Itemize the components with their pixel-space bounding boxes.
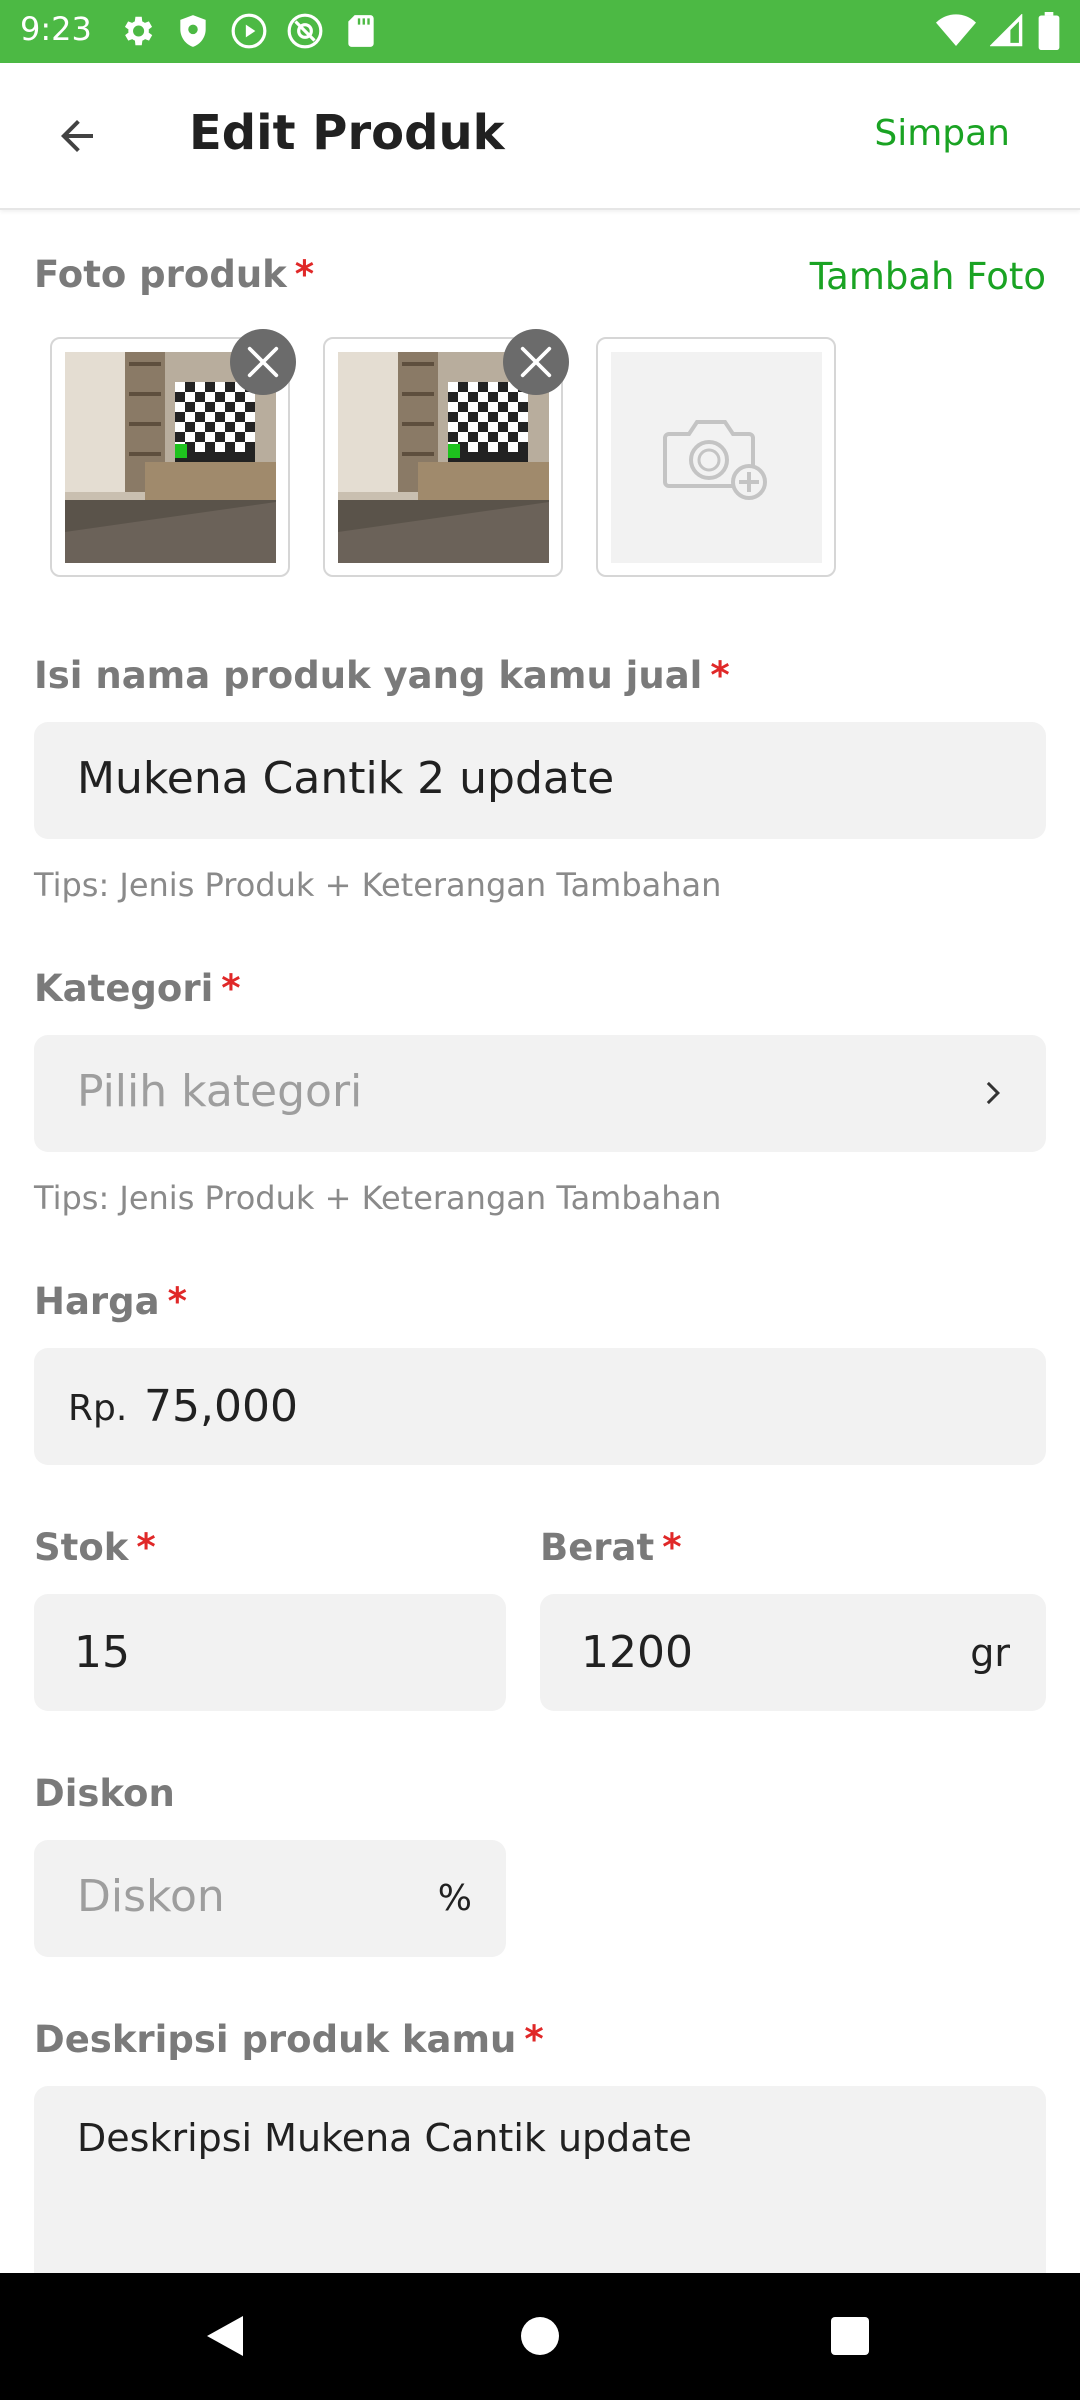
category-tips: Tips: Jenis Produk + Keterangan Tambahan bbox=[34, 1179, 722, 1217]
sd-card-icon bbox=[342, 12, 380, 50]
product-name-value: Mukena Cantik 2 update bbox=[77, 753, 615, 804]
weight-label: Berat * bbox=[540, 1526, 682, 1569]
nav-recents-button[interactable] bbox=[817, 2303, 883, 2369]
required-mark: * bbox=[294, 253, 315, 296]
weight-unit: gr bbox=[970, 1631, 1010, 1675]
discount-input[interactable]: Diskon % bbox=[34, 1840, 506, 1957]
price-value: 75,000 bbox=[144, 1381, 298, 1432]
discount-unit: % bbox=[437, 1878, 472, 1919]
close-icon bbox=[247, 346, 279, 378]
price-label: Harga * bbox=[34, 1280, 187, 1323]
triangle-back-icon bbox=[207, 2316, 243, 2356]
required-mark: * bbox=[662, 1526, 682, 1569]
product-name-label-text: Isi nama produk yang kamu jual bbox=[34, 654, 703, 697]
add-photo-link[interactable]: Tambah Foto bbox=[810, 255, 1046, 298]
weight-value: 1200 bbox=[581, 1627, 693, 1678]
settings-icon bbox=[118, 12, 156, 50]
required-mark: * bbox=[710, 654, 730, 697]
price-input[interactable]: Rp. 75,000 bbox=[34, 1348, 1046, 1465]
category-placeholder: Pilih kategori bbox=[77, 1066, 363, 1117]
weight-label-text: Berat bbox=[540, 1526, 655, 1569]
discount-placeholder: Diskon bbox=[77, 1871, 225, 1922]
product-name-label: Isi nama produk yang kamu jual * bbox=[34, 654, 730, 697]
category-label-text: Kategori bbox=[34, 967, 214, 1010]
stock-label-text: Stok bbox=[34, 1526, 129, 1569]
save-button[interactable]: Simpan bbox=[874, 113, 1010, 154]
status-system-icons bbox=[936, 12, 1060, 54]
circle-home-icon bbox=[521, 2317, 559, 2355]
arrow-left-icon bbox=[61, 120, 93, 152]
description-label: Deskripsi produk kamu * bbox=[34, 2018, 544, 2061]
nav-back-button[interactable] bbox=[192, 2303, 258, 2369]
weight-input[interactable]: 1200 gr bbox=[540, 1594, 1046, 1711]
shield-icon bbox=[174, 12, 212, 50]
at-sign-icon bbox=[286, 12, 324, 50]
status-notification-icons bbox=[118, 12, 380, 50]
product-name-tips: Tips: Jenis Produk + Keterangan Tambahan bbox=[34, 866, 722, 904]
remove-photo-button[interactable] bbox=[503, 329, 569, 395]
chevron-right-icon bbox=[986, 1081, 1000, 1105]
category-label: Kategori * bbox=[34, 967, 241, 1010]
add-photo-slot[interactable] bbox=[596, 337, 836, 577]
category-select[interactable]: Pilih kategori bbox=[34, 1035, 1046, 1152]
stock-value: 15 bbox=[74, 1627, 130, 1678]
play-icon bbox=[230, 12, 268, 50]
required-mark: * bbox=[221, 967, 241, 1010]
discount-label-text: Diskon bbox=[34, 1772, 175, 1815]
page-title: Edit Produk bbox=[189, 105, 505, 161]
system-nav-bar bbox=[0, 2273, 1080, 2400]
description-label-text: Deskripsi produk kamu bbox=[34, 2018, 517, 2061]
status-bar: 9:23 bbox=[0, 0, 1080, 63]
wifi-icon bbox=[936, 14, 976, 52]
status-time: 9:23 bbox=[20, 10, 92, 48]
required-mark: * bbox=[167, 1280, 187, 1323]
photo-label-text: Foto produk bbox=[34, 253, 287, 296]
battery-icon bbox=[1038, 12, 1060, 54]
square-recents-icon bbox=[831, 2317, 869, 2355]
price-label-text: Harga bbox=[34, 1280, 160, 1323]
currency-prefix: Rp. bbox=[68, 1388, 128, 1429]
app-bar: Edit Produk Simpan bbox=[0, 63, 1080, 210]
stock-input[interactable]: 15 bbox=[34, 1594, 506, 1711]
product-name-input[interactable]: Mukena Cantik 2 update bbox=[34, 722, 1046, 839]
required-mark: * bbox=[524, 2018, 544, 2061]
close-icon bbox=[520, 346, 552, 378]
add-photo-placeholder bbox=[611, 352, 822, 563]
nav-home-button[interactable] bbox=[507, 2303, 573, 2369]
required-mark: * bbox=[136, 1526, 156, 1569]
add-camera-icon bbox=[662, 419, 767, 500]
description-value: Deskripsi Mukena Cantik update bbox=[77, 2116, 692, 2160]
remove-photo-button[interactable] bbox=[230, 329, 296, 395]
discount-label: Diskon bbox=[34, 1772, 175, 1815]
product-photo-2[interactable] bbox=[323, 329, 569, 577]
product-photo-1[interactable] bbox=[50, 329, 296, 577]
stock-label: Stok * bbox=[34, 1526, 156, 1569]
photo-label: Foto produk * bbox=[34, 253, 314, 296]
cell-signal-icon bbox=[989, 13, 1024, 52]
back-button[interactable] bbox=[44, 103, 110, 169]
